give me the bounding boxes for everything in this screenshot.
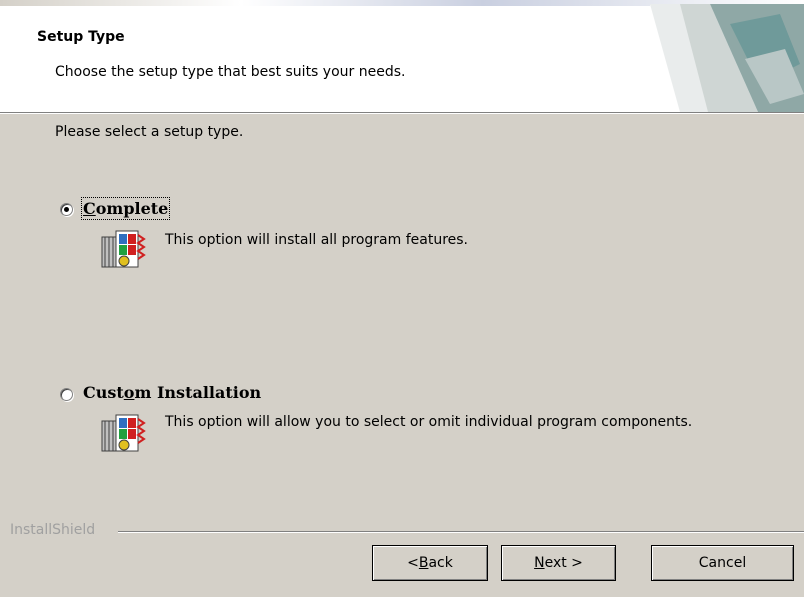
setup-type-icon xyxy=(101,414,146,452)
header-separator xyxy=(0,112,804,114)
next-mnemonic: N xyxy=(534,555,545,571)
installer-banner-icon xyxy=(650,4,804,112)
footer-separator xyxy=(118,531,804,533)
page-subtitle: Choose the setup type that best suits yo… xyxy=(55,64,406,80)
custom-mnemonic: o xyxy=(123,383,135,402)
setup-type-icon xyxy=(101,230,146,268)
next-button[interactable]: Next > xyxy=(501,545,616,581)
back-label-post: ack xyxy=(428,555,453,571)
back-button[interactable]: < Back xyxy=(372,545,488,581)
back-mnemonic: B xyxy=(418,555,429,571)
complete-description: This option will install all program fea… xyxy=(165,232,469,248)
custom-installation-option-label[interactable]: Custom Installation xyxy=(83,383,261,402)
complete-mnemonic: C xyxy=(83,199,96,218)
complete-option-label[interactable]: Complete xyxy=(80,197,171,220)
header-banner: Setup Type Choose the setup type that be… xyxy=(0,0,804,112)
next-label-post: ext > xyxy=(544,555,583,571)
installshield-brand: InstallShield xyxy=(10,522,96,538)
complete-option-focus: Complete xyxy=(80,197,171,220)
complete-label-text: omplete xyxy=(95,199,169,218)
back-label-pre: < xyxy=(407,555,419,571)
custom-installation-radio[interactable] xyxy=(60,388,73,401)
cancel-button[interactable]: Cancel xyxy=(651,545,794,581)
custom-label-pre: Cust xyxy=(83,383,124,402)
custom-installation-description: This option will allow you to select or … xyxy=(165,414,693,430)
page-title: Setup Type xyxy=(37,29,125,45)
complete-radio[interactable] xyxy=(60,203,73,216)
setup-prompt: Please select a setup type. xyxy=(55,124,244,140)
custom-label-post: m Installation xyxy=(134,383,262,402)
